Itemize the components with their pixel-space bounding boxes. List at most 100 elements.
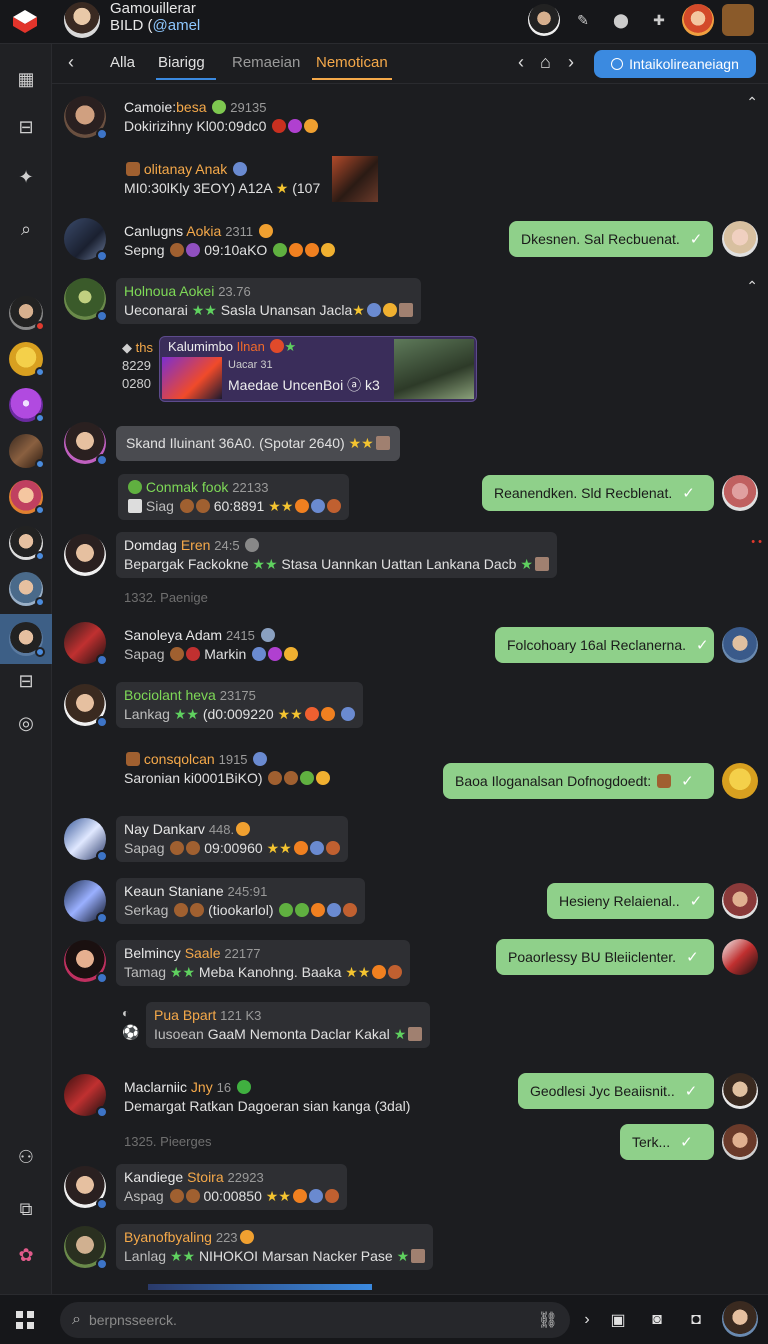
avatar[interactable] xyxy=(64,1226,108,1270)
next-icon[interactable]: › xyxy=(568,52,574,73)
tab-biarigg[interactable]: Biarigg xyxy=(158,54,205,71)
card-title: Kalumimbo Ilnan ★ xyxy=(168,339,297,354)
avatar[interactable] xyxy=(64,1166,108,1210)
sender-name: consqolcan 1915 xyxy=(124,750,330,769)
tab-underline-blue xyxy=(156,78,216,80)
sidebar-avatar[interactable] xyxy=(9,434,45,469)
search-icon[interactable]: ⌕ xyxy=(11,214,41,244)
reply-bubble: Reanendken. Sld Recblenat. ✓ xyxy=(482,475,714,511)
date-divider: 1325. Pieerges xyxy=(124,1134,212,1149)
avatar[interactable] xyxy=(64,622,108,666)
message-bubble: Keaun Staniane 245:91 Serkag (tiookarlol… xyxy=(116,878,366,924)
reply-bubble: Poaorlessy BU Bleiiclenter. ✓ xyxy=(496,939,714,975)
prev-icon[interactable]: ‹ xyxy=(518,52,524,73)
sidebar-avatar-active[interactable] xyxy=(9,622,45,657)
message-text: Sapag 09:00960 ★★ xyxy=(124,839,340,858)
reply-avatar[interactable] xyxy=(722,883,758,919)
sidebar-avatar[interactable] xyxy=(9,296,45,331)
profile-avatar[interactable] xyxy=(722,1301,758,1337)
sidebar-avatar[interactable] xyxy=(9,342,45,377)
avatar[interactable] xyxy=(64,218,108,262)
unread-dots: • • xyxy=(751,536,762,548)
message-bubble: Kandiege Stoira 22923 Aspag 00:00850 ★★ xyxy=(116,1164,347,1210)
sidebar-avatar[interactable] xyxy=(9,480,45,515)
app-subtitle-tag: @amel xyxy=(152,17,201,34)
tab-remaeian[interactable]: Remaeian xyxy=(232,54,300,71)
home-icon[interactable]: ⌂ xyxy=(540,52,551,73)
inline-image[interactable] xyxy=(332,156,378,202)
location-pin-icon[interactable]: ⬤ xyxy=(606,5,636,35)
message-text: Bepargak Fackokne ★★ Stasa Uannkan Uatta… xyxy=(124,555,549,574)
document-icon[interactable]: ▣ xyxy=(606,1308,630,1332)
sparkle-icon[interactable]: ✿ xyxy=(11,1240,41,1270)
search-bar[interactable]: ⌕ ⛓ xyxy=(60,1302,570,1338)
tab-alla[interactable]: Alla xyxy=(110,54,135,71)
check-circle-icon[interactable]: ◎ xyxy=(11,708,41,738)
message-bubble: Byanofbyaling 223 Lanlag ★★ NIHOKOI Mars… xyxy=(116,1224,434,1270)
game-card[interactable]: Kalumimbo Ilnan ★ Uacar 31 Maedae UncenB… xyxy=(159,336,477,402)
message-feed[interactable]: ⌃ Camoie:besa 29135 Dokirizihny Kl00:09d… xyxy=(52,84,768,1294)
top-icons: ✎ ⬤ ✚ xyxy=(528,4,754,36)
top-bar: Gamouillerar BILD (@amel ✎ ⬤ ✚ xyxy=(0,0,768,44)
cta-button[interactable]: Intaikolireaneiagn xyxy=(594,50,756,78)
card-side-label: 0280 xyxy=(122,376,151,391)
link-icon[interactable]: ⛓ xyxy=(538,1310,558,1330)
message-text: Dokirizihny Kl00:09dc0 xyxy=(124,117,319,136)
reply-avatar[interactable] xyxy=(722,475,758,511)
tab-bar: ‹ Alla Biarigg Remaeian Nemotican ‹ ⌂ › … xyxy=(52,44,768,84)
card-side-label: 8229 xyxy=(122,358,151,373)
check-icon: ✓ xyxy=(681,773,694,790)
back-icon[interactable]: ‹ xyxy=(68,52,74,73)
avatar[interactable] xyxy=(64,422,108,466)
grid-menu-icon[interactable]: ▦ xyxy=(11,64,41,94)
tab-nemotican[interactable]: Nemotican xyxy=(316,54,388,71)
message-bubble: Domdag Eren 24:5 Bepargak Fackokne ★★ St… xyxy=(116,532,557,578)
message-text: Lanlag ★★ NIHOKOI Marsan Nacker Pase ★ xyxy=(124,1247,426,1266)
avatar[interactable] xyxy=(64,1074,108,1118)
users-icon[interactable]: ⚇ xyxy=(11,1142,41,1172)
reply-avatar[interactable] xyxy=(722,627,758,663)
inbox-icon[interactable]: ⊟ xyxy=(11,112,41,142)
app-logo-icon[interactable] xyxy=(10,6,40,36)
avatar[interactable] xyxy=(64,684,108,728)
reply-avatar[interactable] xyxy=(722,221,758,257)
reply-avatar[interactable] xyxy=(722,1073,758,1109)
chevron-right-icon[interactable]: › xyxy=(575,1308,599,1332)
reply-avatar[interactable] xyxy=(722,1124,758,1160)
avatar[interactable] xyxy=(64,534,106,576)
message-bubble: Sanoleya Adam 2415 Sapag Markin xyxy=(116,622,306,668)
folder-icon[interactable]: ⊟ xyxy=(11,666,41,696)
message-text: Siag 60:8891 ★★ xyxy=(126,497,342,516)
date-divider: 1332. Paenige xyxy=(124,590,208,605)
sidebar-avatar[interactable] xyxy=(9,572,45,607)
chest-icon[interactable] xyxy=(722,4,754,36)
message-bubble: Conmak fook 22133 Siag 60:8891 ★★ xyxy=(118,474,350,520)
collapse-icon[interactable]: ⌃ xyxy=(746,278,758,295)
avatar[interactable] xyxy=(64,880,108,924)
gamepad-icon[interactable]: ◙ xyxy=(645,1308,669,1332)
friend-avatar[interactable] xyxy=(528,4,560,36)
message-bubble: Camoie:besa 29135 Dokirizihny Kl00:09dc0 xyxy=(116,94,326,140)
share-icon[interactable]: ⧉ xyxy=(11,1194,41,1224)
reply-avatar[interactable] xyxy=(722,939,758,975)
reply-avatar[interactable] xyxy=(722,763,758,799)
sidebar-avatar[interactable] xyxy=(9,388,45,423)
sidebar-avatar[interactable] xyxy=(9,526,45,561)
puzzle-icon[interactable]: ✚ xyxy=(644,5,674,35)
edit-icon[interactable]: ✎ xyxy=(568,5,598,35)
reply-bubble: Dkesnen. Sal Recbuenat. ✓ xyxy=(509,221,713,257)
avatar[interactable] xyxy=(64,278,108,322)
user-avatar[interactable] xyxy=(64,2,100,38)
check-icon: ✓ xyxy=(689,231,703,248)
message-bubble: consqolcan 1915 Saronian ki0001BiKO) xyxy=(116,746,338,792)
search-input[interactable] xyxy=(88,1312,509,1328)
collapse-icon[interactable]: ⌃ xyxy=(746,94,758,111)
avatar[interactable] xyxy=(64,96,108,140)
character-avatar[interactable] xyxy=(682,4,714,36)
card-side-label: ◆ ths xyxy=(122,340,153,355)
avatar[interactable] xyxy=(64,940,108,984)
avatar[interactable] xyxy=(64,818,108,862)
camera-icon[interactable]: ◘ xyxy=(684,1308,708,1332)
pin-icon[interactable]: ✦ xyxy=(11,162,41,192)
apps-grid-icon[interactable] xyxy=(14,1309,36,1331)
